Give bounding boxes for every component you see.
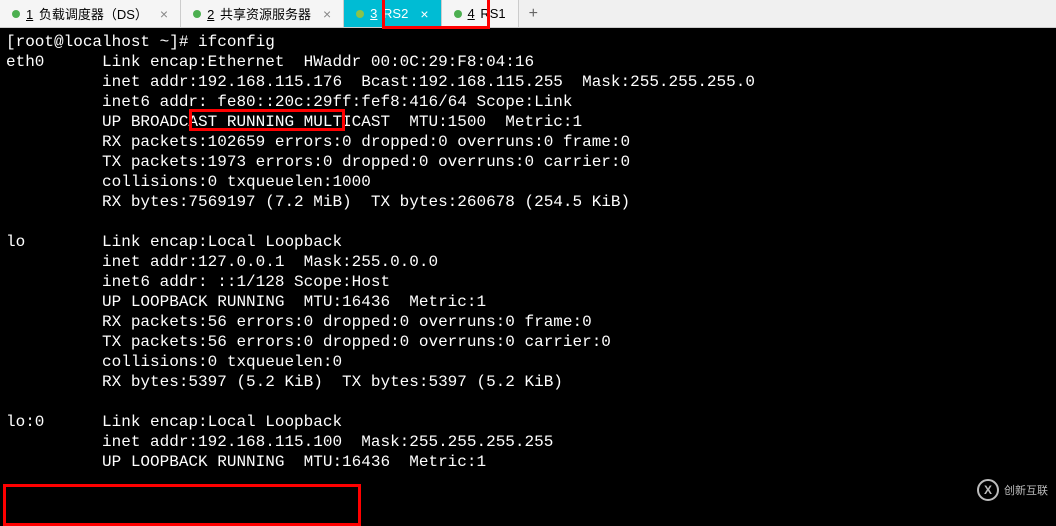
tab-num: 1 bbox=[26, 7, 33, 22]
status-dot-icon bbox=[454, 10, 462, 18]
iface-lo: lo bbox=[6, 233, 25, 251]
status-dot-icon bbox=[356, 10, 364, 18]
lo0-flags: UP LOOPBACK RUNNING MTU:16436 Metric:1 bbox=[102, 453, 486, 471]
lo-bytes: RX bytes:5397 (5.2 KiB) TX bytes:5397 (5… bbox=[102, 373, 563, 391]
iface-eth0: eth0 bbox=[6, 53, 44, 71]
lo-link: Link encap:Local Loopback bbox=[102, 233, 342, 251]
tab-1-ds[interactable]: 1 负载调度器（DS） × bbox=[0, 0, 181, 27]
iface-lo0: lo:0 bbox=[6, 413, 44, 431]
status-dot-icon bbox=[12, 10, 20, 18]
eth0-rx-packets: RX packets:102659 errors:0 dropped:0 ove… bbox=[102, 133, 630, 151]
tab-label: RS1 bbox=[480, 6, 505, 21]
watermark-logo-icon: X bbox=[977, 479, 999, 501]
eth0-flags: UP BROADCAST RUNNING MULTICAST MTU:1500 … bbox=[102, 113, 582, 131]
close-icon[interactable]: × bbox=[420, 6, 428, 22]
tab-num: 3 bbox=[370, 6, 377, 21]
tab-bar: 1 负载调度器（DS） × 2 共享资源服务器 × 3 RS2 × 4 RS1 … bbox=[0, 0, 1056, 28]
tab-num: 4 bbox=[468, 6, 475, 21]
highlight-lo0-block bbox=[3, 484, 361, 526]
eth0-tx-packets: TX packets:1973 errors:0 dropped:0 overr… bbox=[102, 153, 630, 171]
close-icon[interactable]: × bbox=[323, 6, 331, 22]
tab-label: 共享资源服务器 bbox=[220, 7, 311, 22]
terminal-output[interactable]: [root@localhost ~]# ifconfig eth0 Link e… bbox=[0, 28, 1056, 476]
lo0-mask: Mask:255.255.255.255 bbox=[342, 433, 553, 451]
eth0-bcast: Bcast:192.168.115.255 Mask:255.255.255.0 bbox=[342, 73, 755, 91]
lo-flags: UP LOOPBACK RUNNING MTU:16436 Metric:1 bbox=[102, 293, 486, 311]
lo-rx-packets: RX packets:56 errors:0 dropped:0 overrun… bbox=[102, 313, 592, 331]
lo-inet: inet addr:127.0.0.1 Mask:255.0.0.0 bbox=[102, 253, 438, 271]
eth0-ip: 192.168.115.176 bbox=[198, 73, 342, 91]
lo0-inet: inet addr:192.168.115.100 bbox=[102, 433, 342, 451]
lo-collisions: collisions:0 txqueuelen:0 bbox=[102, 353, 342, 371]
tab-label: RS2 bbox=[383, 6, 408, 21]
eth0-inet6: inet6 addr: fe80::20c:29ff:fef8:416/64 S… bbox=[102, 93, 572, 111]
eth0-bytes: RX bytes:7569197 (7.2 MiB) TX bytes:2606… bbox=[102, 193, 630, 211]
tab-4-rs1[interactable]: 4 RS1 bbox=[442, 0, 519, 27]
tab-num: 2 bbox=[207, 7, 214, 22]
lo0-link: Link encap:Local Loopback bbox=[102, 413, 342, 431]
watermark-text: 创新互联 bbox=[1004, 482, 1048, 498]
lo-tx-packets: TX packets:56 errors:0 dropped:0 overrun… bbox=[102, 333, 611, 351]
add-tab-button[interactable]: + bbox=[519, 0, 548, 27]
lo-inet6: inet6 addr: ::1/128 Scope:Host bbox=[102, 273, 390, 291]
command: ifconfig bbox=[198, 33, 275, 51]
tab-label: 负载调度器（DS） bbox=[39, 7, 148, 22]
tab-3-rs2[interactable]: 3 RS2 × bbox=[344, 0, 441, 27]
watermark: X 创新互联 bbox=[977, 479, 1048, 501]
eth0-inet-label: inet addr: bbox=[102, 73, 198, 91]
prompt: [root@localhost ~]# bbox=[6, 33, 198, 51]
close-icon[interactable]: × bbox=[160, 6, 168, 22]
status-dot-icon bbox=[193, 10, 201, 18]
eth0-collisions: collisions:0 txqueuelen:1000 bbox=[102, 173, 371, 191]
tab-2-shared[interactable]: 2 共享资源服务器 × bbox=[181, 0, 344, 27]
eth0-link: Link encap:Ethernet HWaddr 00:0C:29:F8:0… bbox=[102, 53, 534, 71]
